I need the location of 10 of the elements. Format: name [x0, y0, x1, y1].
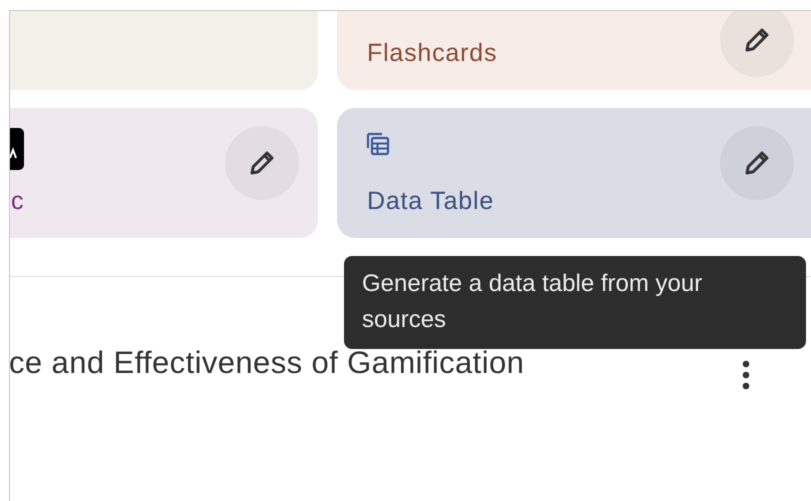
tool-card[interactable]: Data Table — [337, 108, 811, 238]
more-button[interactable] — [740, 359, 752, 391]
logo-icon — [10, 128, 25, 170]
tool-card[interactable]: Flashcards — [337, 11, 811, 90]
more-icon — [742, 360, 750, 390]
card-label: Flashcards — [367, 38, 498, 68]
card-label: Data Table — [367, 186, 494, 216]
card-label: c — [11, 186, 24, 216]
tooltip: Generate a data table from your sources — [344, 256, 806, 349]
tool-card[interactable]: c — [10, 108, 318, 238]
